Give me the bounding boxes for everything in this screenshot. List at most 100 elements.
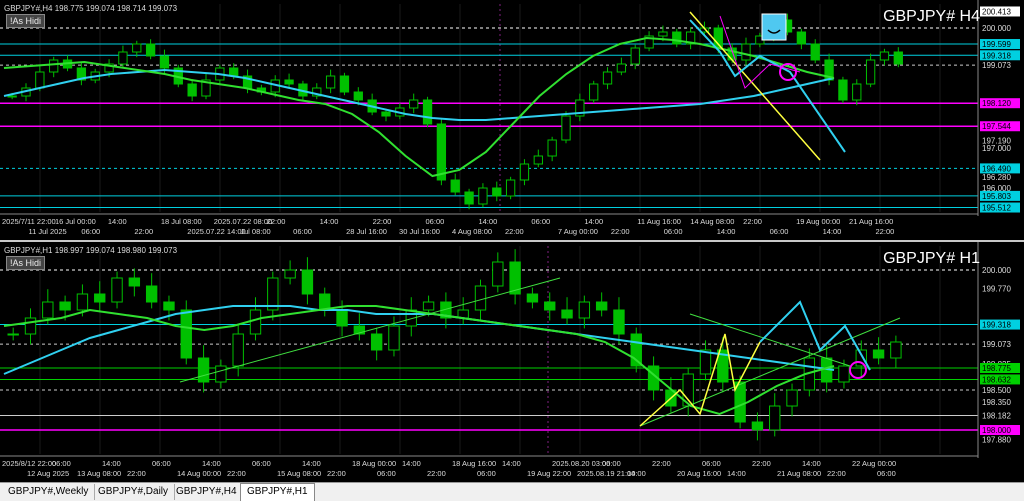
bullish-candle — [232, 333, 244, 367]
time-axis-label: 4 Aug 08:00 — [452, 227, 492, 236]
time-axis-label: 06:00 — [426, 217, 445, 226]
time-axis-label: 06:00 — [770, 227, 789, 236]
price-axis-label: 199.318 — [982, 321, 1011, 330]
bearish-candle — [810, 43, 820, 61]
bullish-candle — [533, 155, 543, 165]
time-axis-label: 14:00 — [727, 469, 746, 478]
time-axis-label: 22 Aug 00:00 — [852, 459, 896, 468]
bullish-candle — [786, 389, 798, 407]
time-axis-label: 22:00 — [267, 217, 286, 226]
bearish-candle — [595, 301, 608, 311]
price-axis-label: 199.318 — [982, 51, 1011, 60]
bullish-candle — [769, 405, 781, 431]
time-axis-label: 13 Aug 08:00 — [77, 469, 121, 478]
bullish-candle — [838, 365, 850, 383]
time-axis-label: 06:00 — [293, 227, 312, 236]
price-axis-label: 195.512 — [982, 204, 1011, 213]
bearish-candle — [319, 293, 331, 311]
bullish-candle — [589, 83, 599, 101]
price-axis-label: 198.500 — [982, 386, 1011, 395]
bullish-candle — [474, 285, 487, 311]
plot-background — [0, 0, 1024, 240]
chart-tabs-bar: GBPJPY#,Weekly GBPJPY#,Daily GBPJPY#,H4 … — [0, 482, 1024, 501]
time-axis-label: 18 Aug 16:00 — [452, 459, 496, 468]
time-axis-label: 06:00 — [377, 469, 396, 478]
bullish-candle — [422, 301, 435, 311]
time-axis-label: 22:00 — [505, 227, 524, 236]
time-axis-label: 14:00 — [320, 217, 339, 226]
time-axis-label: 16 Jul 00:00 — [55, 217, 96, 226]
price-axis-label: 196.280 — [982, 173, 1011, 182]
price-axis-label: 197.000 — [982, 144, 1011, 153]
bullish-candle — [852, 83, 862, 101]
price-axis-label: 200.413 — [982, 7, 1011, 16]
bearish-candle — [381, 111, 391, 117]
time-axis-label: 22:00 — [652, 459, 671, 468]
time-axis-label: 22:00 — [427, 469, 446, 478]
time-axis-label: 15 Aug 08:00 — [277, 469, 321, 478]
time-axis-label: 06:00 — [877, 469, 896, 478]
bullish-candle — [215, 365, 227, 383]
bearish-candle — [613, 309, 625, 335]
bearish-candle — [145, 285, 158, 303]
time-axis-label: 14:00 — [202, 459, 221, 468]
time-axis-label: 2025.07.22 14:00 — [187, 227, 245, 236]
bearish-candle — [544, 301, 556, 311]
bearish-candle — [59, 301, 71, 311]
time-axis-label: 12 Aug 2025 — [27, 469, 69, 478]
time-axis-label: 20 Aug 16:00 — [677, 469, 721, 478]
bullish-candle — [7, 333, 19, 336]
bearish-candle — [526, 293, 539, 303]
time-axis-label: 2025/8/12 22:00 — [2, 459, 56, 468]
price-axis-label: 200.000 — [982, 266, 1011, 275]
bearish-candle — [301, 269, 314, 295]
price-axis-label: 200.000 — [982, 24, 1011, 33]
chart-svg-h1[interactable]: 200.000199.770199.318199.073198.825198.7… — [0, 242, 1024, 482]
time-axis-label: 14:00 — [502, 459, 521, 468]
bullish-candle — [890, 341, 902, 359]
bearish-candle — [180, 309, 192, 359]
time-axis-label: 14:00 — [108, 217, 127, 226]
bearish-candle — [339, 75, 350, 93]
bearish-candle — [336, 309, 348, 327]
bearish-candle — [94, 293, 106, 303]
bullish-candle — [505, 179, 516, 197]
bullish-candle — [284, 269, 296, 279]
time-axis-label: 22:00 — [327, 469, 346, 478]
time-axis-label: 14:00 — [627, 469, 646, 478]
time-axis-label: 14 Aug 00:00 — [177, 469, 221, 478]
chart-svg-h4[interactable]: 200.413 200.000 199.599 199.318199.073 198.1… — [0, 0, 1024, 240]
bearish-candle — [370, 333, 383, 351]
bearish-candle — [492, 187, 502, 197]
bearish-candle — [229, 67, 239, 77]
time-axis-label: 21 Aug 16:00 — [849, 217, 893, 226]
time-axis-label: 06:00 — [531, 217, 550, 226]
tab-h1[interactable]: GBPJPY#,H1 — [240, 483, 315, 501]
bearish-candle — [422, 99, 433, 125]
time-axis-label: 06:00 — [664, 227, 683, 236]
bullish-candle — [325, 75, 336, 89]
time-axis-label: 14:00 — [102, 459, 121, 468]
as-hide-button-h4[interactable]: !As Hidi — [6, 14, 46, 28]
time-axis-label: 11 Aug 16:00 — [637, 217, 681, 226]
time-axis-label: 06:00 — [52, 459, 71, 468]
bearish-candle — [145, 43, 156, 57]
tab-h4[interactable]: GBPJPY#,H4 — [170, 484, 244, 500]
as-hide-button-h1[interactable]: !As Hidi — [6, 256, 46, 270]
chart-pane-h1[interactable]: 200.000199.770199.318199.073198.825198.7… — [0, 242, 1024, 482]
time-axis-label: 06:00 — [702, 459, 721, 468]
bullish-candle — [741, 43, 751, 61]
time-axis-label: 18 Aug 00:00 — [352, 459, 396, 468]
time-axis-label: 06:00 — [602, 459, 621, 468]
time-axis-label: 22:00 — [134, 227, 153, 236]
bearish-candle — [672, 31, 682, 45]
chart-pane-h4[interactable]: 200.413 200.000 199.599 199.318 199.073 198.1… — [0, 0, 1024, 240]
price-axis-label: 199.770 — [982, 284, 1011, 293]
time-axis-label: 19 Aug 22:00 — [527, 469, 571, 478]
time-axis-label: 14:00 — [302, 459, 321, 468]
tab-daily[interactable]: GBPJPY#,Daily — [92, 484, 176, 500]
bearish-candle — [893, 51, 903, 65]
tab-weekly[interactable]: GBPJPY#,Weekly — [2, 484, 96, 500]
price-axis-label: 199.073 — [982, 340, 1011, 349]
time-axis-label: 14:00 — [402, 459, 421, 468]
